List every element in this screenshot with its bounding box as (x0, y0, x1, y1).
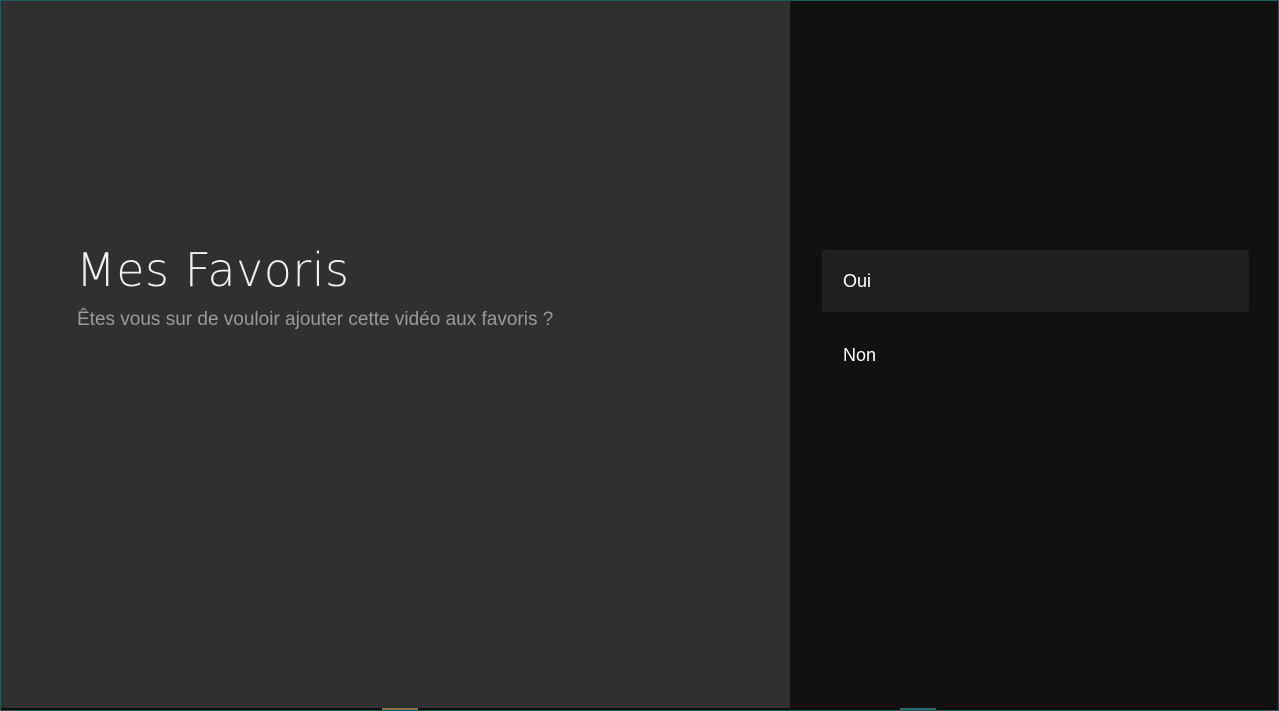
dialog-title: Mes Favoris (76, 243, 350, 297)
guided-step-dialog: Mes Favoris Êtes vous sur de vouloir ajo… (0, 0, 1279, 711)
no-button[interactable]: Non (822, 324, 1249, 386)
yes-button[interactable]: Oui (822, 250, 1249, 312)
action-list: Oui Non (822, 250, 1249, 398)
dialog-description: Êtes vous sur de vouloir ajouter cette v… (77, 309, 554, 330)
guidance-panel: Mes Favoris Êtes vous sur de vouloir ajo… (1, 1, 790, 708)
